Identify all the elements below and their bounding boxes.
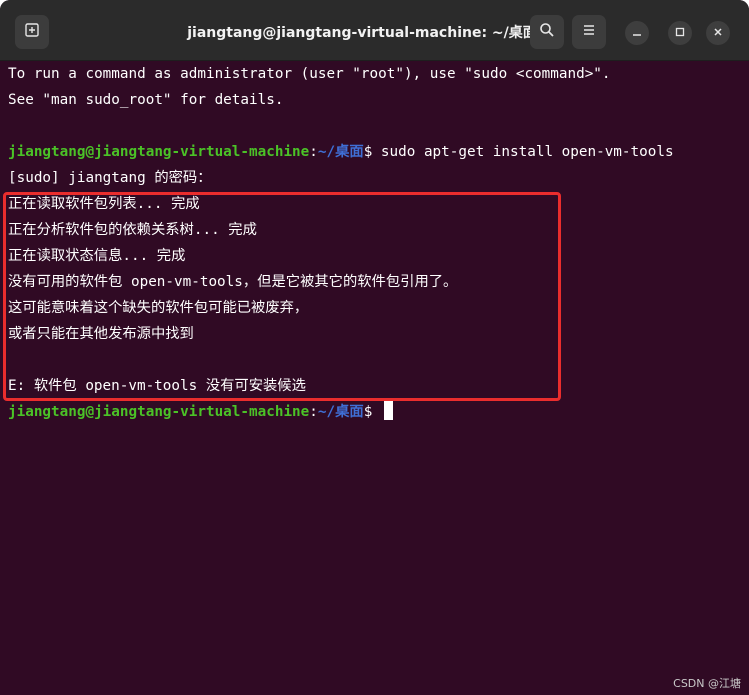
close-button[interactable] (706, 21, 730, 45)
password-prompt: [sudo] jiangtang 的密码： (8, 170, 212, 186)
output-line: 正在分析软件包的依赖关系树... 完成 (8, 222, 257, 238)
new-tab-icon (24, 22, 40, 43)
title-bar: jiangtang@jiangtang-virtual-machine: ~/桌… (0, 0, 749, 61)
text-cursor (383, 400, 393, 420)
intro-line-1: To run a command as administrator (user … (8, 66, 611, 82)
minimize-button[interactable] (625, 21, 649, 45)
output-line: 正在读取软件包列表... 完成 (8, 196, 200, 212)
output-line: 没有可用的软件包 open-vm-tools，但是它被其它的软件包引用了。 (8, 274, 458, 290)
window-title: jiangtang@jiangtang-virtual-machine: ~/桌… (187, 25, 537, 41)
menu-button[interactable] (572, 15, 606, 49)
search-icon (539, 22, 555, 43)
terminal-output-area[interactable]: To run a command as administrator (user … (0, 61, 749, 695)
maximize-button[interactable] (668, 21, 692, 45)
output-line: 正在读取状态信息... 完成 (8, 248, 186, 264)
prompt-dollar: $ (363, 404, 381, 420)
prompt-user: jiangtang@jiangtang-virtual-machine (8, 404, 310, 420)
prompt-separator: : (309, 144, 318, 160)
watermark: CSDN @江塘 (673, 677, 741, 690)
error-line: E: 软件包 open-vm-tools 没有可安装候选 (8, 378, 306, 394)
current-prompt-line[interactable]: jiangtang@jiangtang-virtual-machine:~/桌面… (8, 400, 393, 424)
prompt-path: ~/桌面 (317, 144, 364, 160)
maximize-icon (675, 24, 685, 42)
prompt-dollar: $ (363, 144, 381, 160)
output-line: 或者只能在其他发布源中找到 (8, 326, 194, 342)
search-button[interactable] (530, 15, 564, 49)
intro-line-2: See "man sudo_root" for details. (8, 92, 284, 108)
prompt-separator: : (309, 404, 318, 420)
close-icon (713, 24, 723, 42)
terminal-window: jiangtang@jiangtang-virtual-machine: ~/桌… (0, 0, 749, 695)
minimize-icon (632, 24, 642, 42)
prompt-user: jiangtang@jiangtang-virtual-machine (8, 144, 310, 160)
command-line: jiangtang@jiangtang-virtual-machine:~/桌面… (8, 140, 674, 164)
new-tab-button[interactable] (15, 15, 49, 49)
output-line: 这可能意味着这个缺失的软件包可能已被废弃， (8, 300, 309, 316)
hamburger-menu-icon (582, 23, 596, 42)
command-text: sudo apt-get install open-vm-tools (380, 144, 674, 160)
prompt-path: ~/桌面 (317, 404, 364, 420)
